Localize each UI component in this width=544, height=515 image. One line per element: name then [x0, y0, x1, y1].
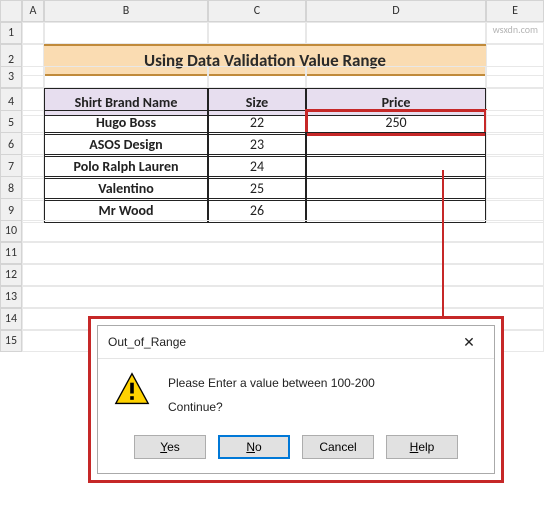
help-button[interactable]: Help — [386, 435, 458, 459]
dialog-message: Please Enter a value between 100-200 — [168, 371, 375, 395]
corner-cell[interactable] — [0, 0, 22, 22]
row-hdr-1[interactable]: 1 — [0, 22, 22, 44]
dialog-highlight-box: Out_of_Range ✕ Please Enter a value betw… — [88, 316, 504, 483]
cell-a1[interactable] — [22, 22, 44, 44]
row-hdr-12[interactable]: 12 — [0, 264, 22, 286]
col-hdr-b[interactable]: B — [44, 0, 208, 22]
row-hdr-15[interactable]: 15 — [0, 330, 22, 352]
col-hdr-e[interactable]: E — [486, 0, 544, 22]
col-hdr-c[interactable]: C — [208, 0, 306, 22]
cell-d3[interactable] — [306, 66, 486, 88]
row-hdr-14[interactable]: 14 — [0, 308, 22, 330]
error-dialog: Out_of_Range ✕ Please Enter a value betw… — [97, 325, 495, 474]
yes-button[interactable]: Yes — [134, 435, 206, 459]
cell-c1[interactable] — [208, 22, 306, 44]
close-icon[interactable]: ✕ — [454, 332, 484, 352]
row-10-cells[interactable] — [22, 220, 544, 242]
cell-d1[interactable] — [306, 22, 486, 44]
cell-e3[interactable] — [486, 66, 544, 88]
row-11-cells[interactable] — [22, 242, 544, 264]
row-12-cells[interactable] — [22, 264, 544, 286]
dialog-continue: Continue? — [168, 395, 375, 419]
cell-a3[interactable] — [22, 66, 44, 88]
no-button[interactable]: No — [218, 435, 290, 459]
cancel-button[interactable]: Cancel — [302, 435, 374, 459]
row-hdr-13[interactable]: 13 — [0, 286, 22, 308]
dialog-titlebar[interactable]: Out_of_Range ✕ — [98, 326, 494, 359]
spreadsheet-grid: A B C D E 1 2 Using Data Validation Valu… — [0, 0, 544, 352]
cell-c3[interactable] — [208, 66, 306, 88]
col-hdr-d[interactable]: D — [306, 0, 486, 22]
row-hdr-11[interactable]: 11 — [0, 242, 22, 264]
row-hdr-3[interactable]: 3 — [0, 66, 22, 88]
cell-b3[interactable] — [44, 66, 208, 88]
col-hdr-a[interactable]: A — [22, 0, 44, 22]
row-hdr-10[interactable]: 10 — [0, 220, 22, 242]
watermark: wsxdn.com — [493, 23, 538, 36]
dialog-title: Out_of_Range — [108, 335, 186, 349]
warning-icon — [114, 371, 150, 419]
cell-b1[interactable] — [44, 22, 208, 44]
row-13-cells[interactable] — [22, 286, 544, 308]
callout-arrow — [442, 170, 444, 320]
